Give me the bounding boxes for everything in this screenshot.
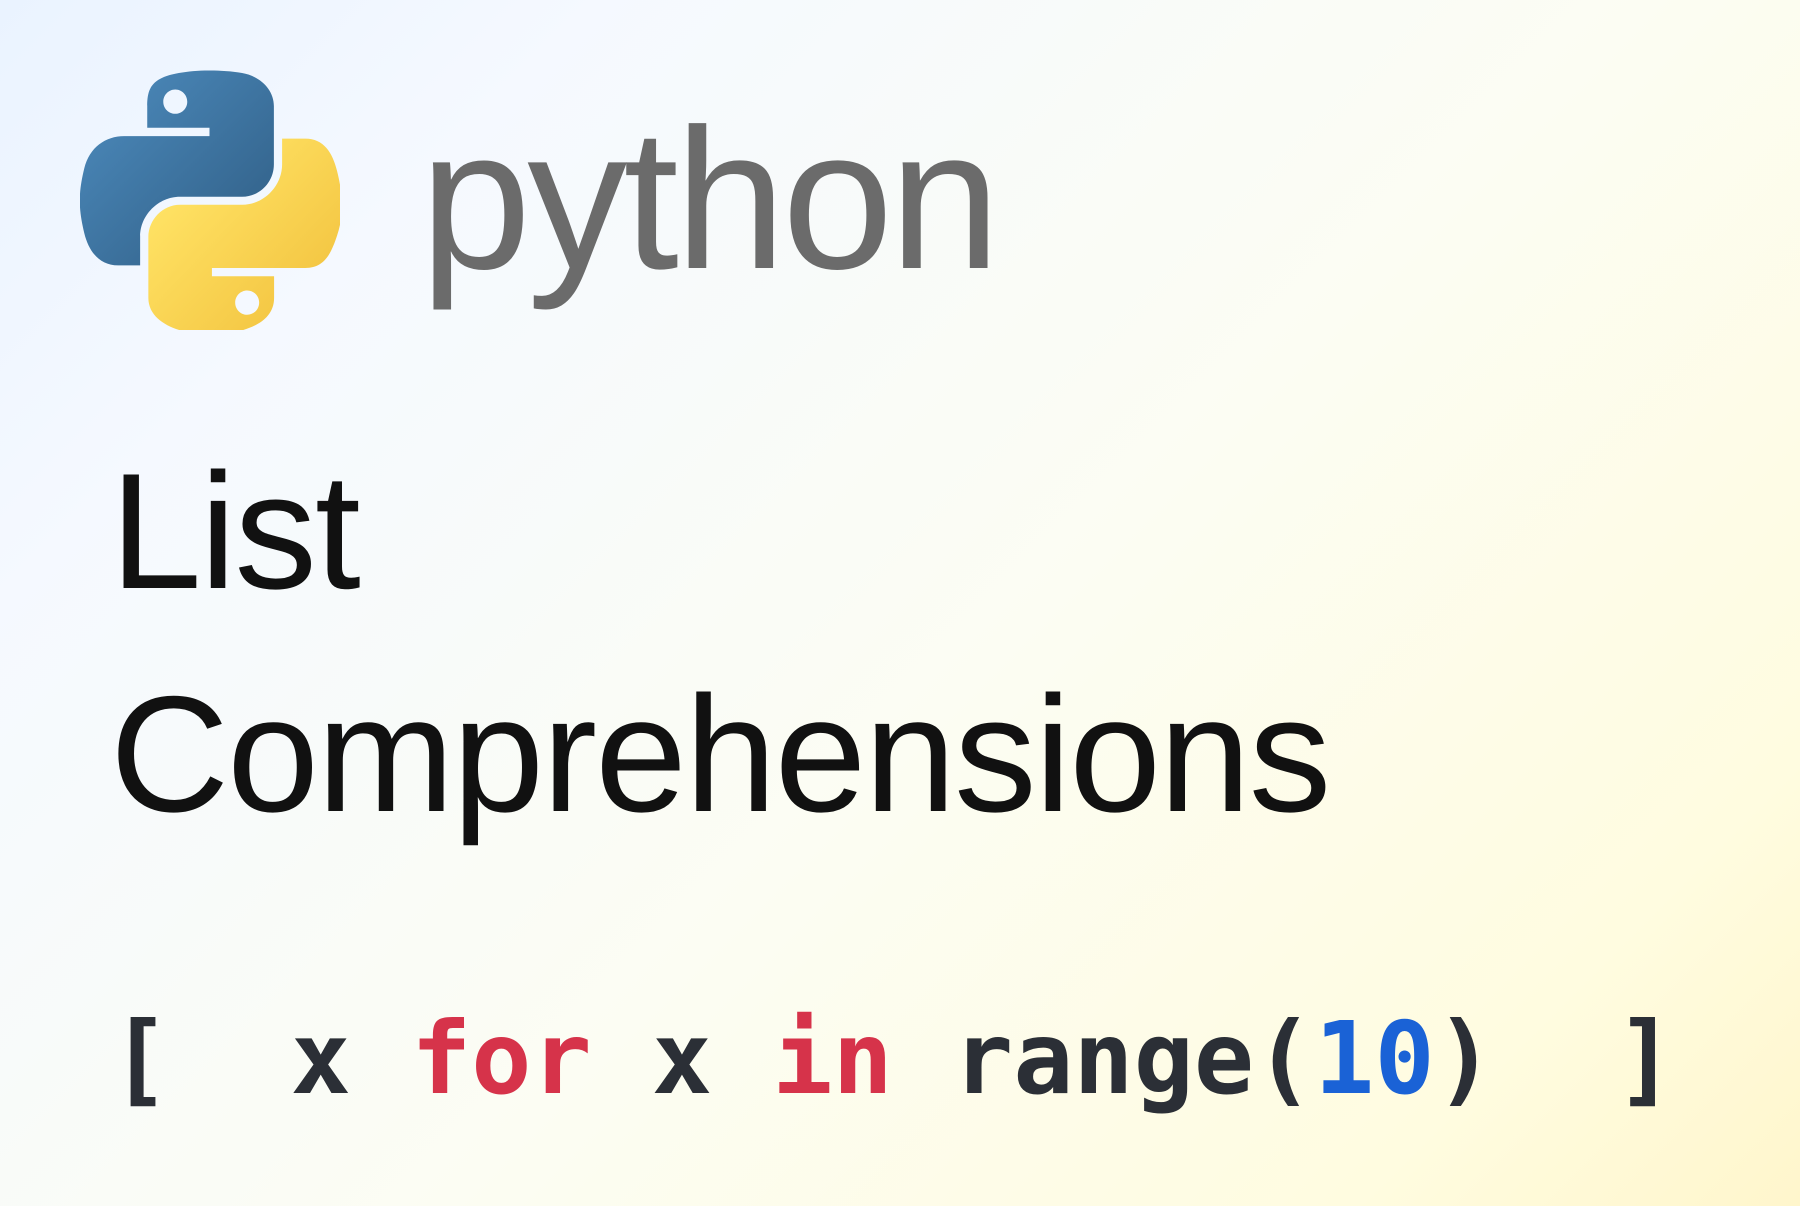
header-row: python	[80, 70, 997, 330]
code-token: x	[652, 1000, 712, 1117]
code-token: [	[110, 1000, 170, 1117]
code-token: ]	[1615, 1000, 1675, 1117]
code-token	[1495, 1000, 1615, 1117]
code-token	[712, 1000, 772, 1117]
code-token	[170, 1000, 290, 1117]
code-token	[592, 1000, 652, 1117]
code-token: 10	[1314, 1000, 1434, 1117]
python-wordmark: python	[420, 100, 997, 300]
code-token: range	[953, 1000, 1254, 1117]
code-example: [ x for x in range(10) ]	[110, 1000, 1676, 1117]
code-token	[893, 1000, 953, 1117]
title-line-2: Comprehensions	[110, 643, 1329, 866]
python-logo-icon	[80, 70, 340, 330]
slide-title: List Comprehensions	[110, 420, 1329, 866]
code-token: x	[291, 1000, 351, 1117]
code-token	[351, 1000, 411, 1117]
code-token: (	[1254, 1000, 1314, 1117]
code-token: in	[772, 1000, 892, 1117]
title-line-1: List	[110, 420, 1329, 643]
code-token: )	[1435, 1000, 1495, 1117]
code-token: for	[411, 1000, 592, 1117]
